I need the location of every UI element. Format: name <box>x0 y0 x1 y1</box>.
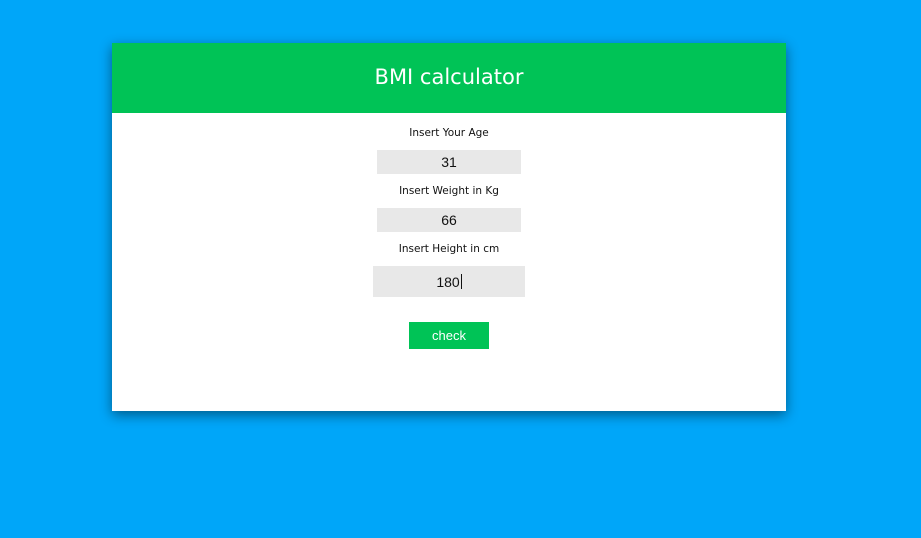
page-title: BMI calculator <box>374 65 524 89</box>
height-input[interactable]: 180 <box>373 266 525 297</box>
weight-label: Insert Weight in Kg <box>399 185 499 197</box>
height-label: Insert Height in cm <box>398 243 500 255</box>
height-input-value: 180 <box>436 273 460 290</box>
weight-input[interactable] <box>377 208 521 232</box>
text-caret <box>460 274 462 289</box>
card-header: BMI calculator <box>112 43 786 113</box>
age-input[interactable] <box>377 150 521 174</box>
age-label: Insert Your Age <box>409 127 489 139</box>
check-button[interactable]: check <box>409 322 489 349</box>
bmi-calculator-card: BMI calculator Insert Your Age Insert We… <box>112 43 786 411</box>
